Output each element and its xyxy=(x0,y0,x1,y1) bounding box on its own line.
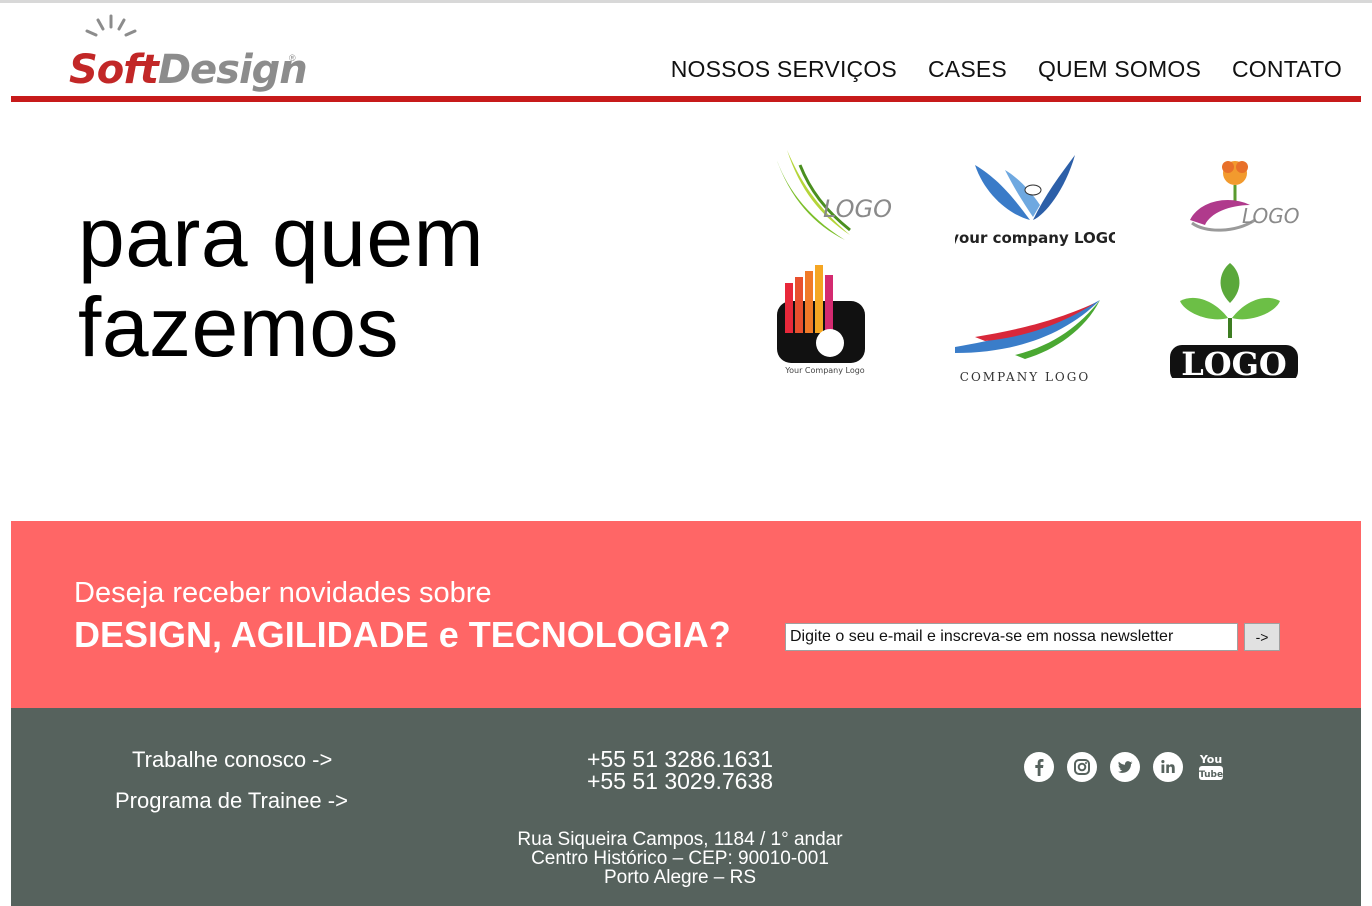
header-divider xyxy=(11,96,1361,102)
hero-title: para quem fazemos xyxy=(78,192,484,372)
camera-logo-text: Your Company Logo xyxy=(784,366,865,375)
twitter-icon[interactable] xyxy=(1110,752,1140,782)
newsletter-submit-button[interactable]: -> xyxy=(1244,623,1280,651)
registered-mark: ® xyxy=(289,53,296,63)
facebook-icon[interactable] xyxy=(1024,752,1054,782)
hero-title-line2: fazemos xyxy=(78,280,399,374)
hero-title-line1: para quem xyxy=(78,190,485,284)
client-logos-grid: LOGO your company LOGO LOGO Your Company… xyxy=(755,145,1320,400)
newsletter-section: Deseja receber novidades sobre DESIGN, A… xyxy=(11,521,1361,708)
swoosh-logo-icon: COMPANY LOGO xyxy=(955,300,1100,384)
logo-design-text: Design xyxy=(157,47,308,93)
site-header: SoftDesign ® NOSSOS SERVIÇOS CASES QUEM … xyxy=(11,3,1361,103)
leaf-logo-text: LOGO xyxy=(823,195,892,223)
nav-item-contato[interactable]: CONTATO xyxy=(1232,56,1342,83)
camera-logo-icon: Your Company Logo xyxy=(777,265,865,375)
address-line-3: Porto Alegre – RS xyxy=(603,867,757,888)
nav-item-servicos[interactable]: NOSSOS SERVIÇOS xyxy=(671,56,897,83)
logo-rays-icon xyxy=(85,14,137,37)
site-footer: Trabalhe conosco -> Programa de Trainee … xyxy=(11,708,1361,906)
svg-text:You: You xyxy=(1199,753,1222,766)
address-line-1: Rua Siqueira Campos, 1184 / 1° andar xyxy=(517,829,843,850)
linkedin-icon[interactable] xyxy=(1153,752,1183,782)
nav-item-quem-somos[interactable]: QUEM SOMOS xyxy=(1038,56,1201,83)
nav-item-cases[interactable]: CASES xyxy=(928,56,1007,83)
softdesign-logo[interactable]: SoftDesign ® xyxy=(69,13,309,95)
main-nav: NOSSOS SERVIÇOS CASES QUEM SOMOS CONTATO xyxy=(671,56,1342,83)
leaf-logo-icon: LOGO xyxy=(775,150,892,240)
plant-logo-text: LOGO xyxy=(1181,345,1287,378)
flower-logo-text: LOGO xyxy=(1242,204,1300,228)
svg-text:Tube: Tube xyxy=(1199,770,1223,780)
logo-soft-text: Soft xyxy=(69,47,159,93)
newsletter-heading: Deseja receber novidades sobre xyxy=(74,577,492,609)
swoosh-logo-text: COMPANY LOGO xyxy=(960,370,1090,384)
address-line-2: Centro Histórico – CEP: 90010-001 xyxy=(531,848,829,869)
company-logo-icon: your company LOGO xyxy=(955,155,1115,247)
youtube-icon[interactable]: You Tube xyxy=(1196,752,1226,782)
newsletter-topics: DESIGN, AGILIDADE e TECNOLOGIA? xyxy=(74,614,731,655)
instagram-icon[interactable] xyxy=(1067,752,1097,782)
social-links: You Tube xyxy=(1024,752,1226,782)
company-logo-text: your company LOGO xyxy=(955,229,1115,247)
logo-wordmark: SoftDesign xyxy=(69,47,308,93)
newsletter-email-input[interactable] xyxy=(785,623,1238,651)
flower-logo-icon: LOGO xyxy=(1190,161,1300,232)
plant-logo-icon: LOGO xyxy=(1170,263,1298,378)
